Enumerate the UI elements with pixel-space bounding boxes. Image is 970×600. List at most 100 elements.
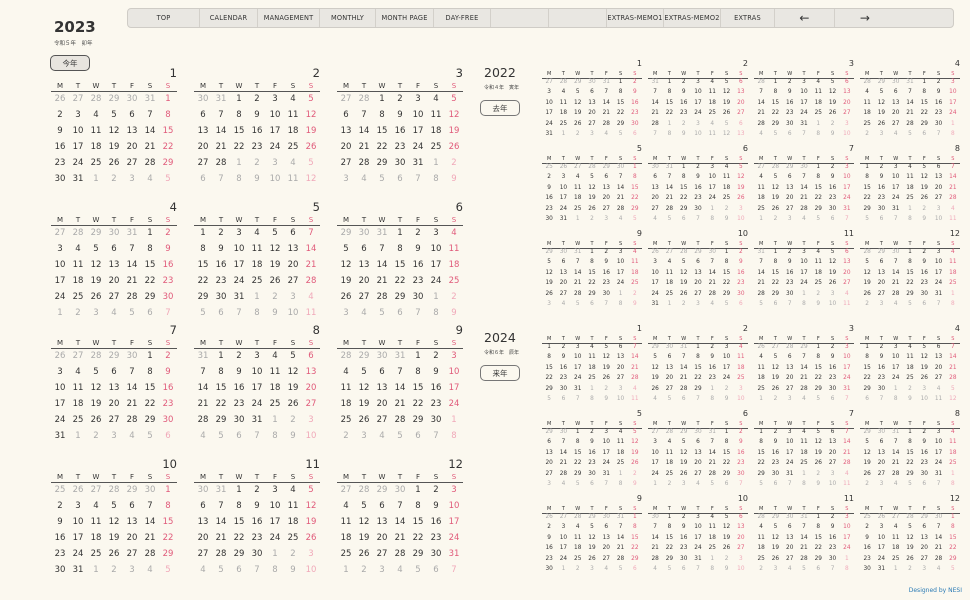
adjacent-month-day[interactable]: 9 (628, 481, 642, 487)
day-cell[interactable]: 10 (797, 89, 811, 95)
month-2023-4[interactable]: 4 M T W T F S S 27 28 29 30 31 1 2 3 4 5 6 7 8 9 10 11 12 13 14 15 1… (51, 200, 177, 320)
day-cell[interactable]: 18 (87, 533, 105, 543)
day-cell[interactable]: 3 (613, 249, 627, 255)
adjacent-month-day[interactable]: 29 (542, 429, 556, 435)
day-cell[interactable]: 5 (337, 244, 355, 254)
day-cell[interactable]: 31 (556, 216, 570, 222)
day-cell[interactable]: 3 (691, 79, 705, 85)
day-cell[interactable]: 24 (931, 280, 945, 286)
day-cell[interactable]: 20 (284, 260, 302, 270)
day-cell[interactable]: 12 (445, 110, 463, 120)
day-cell[interactable]: 22 (409, 533, 427, 543)
day-cell[interactable]: 19 (648, 375, 662, 381)
day-cell[interactable]: 6 (105, 367, 123, 377)
day-cell[interactable]: 30 (931, 121, 945, 127)
day-cell[interactable]: 26 (571, 121, 585, 127)
day-cell[interactable]: 4 (662, 259, 676, 265)
day-cell[interactable]: 13 (302, 367, 320, 377)
adjacent-month-day[interactable]: 27 (337, 94, 355, 104)
day-cell[interactable]: 10 (691, 524, 705, 530)
day-cell[interactable]: 21 (355, 142, 373, 152)
adjacent-month-day[interactable]: 29 (860, 429, 874, 435)
day-cell[interactable]: 2 (691, 164, 705, 170)
day-cell[interactable]: 1 (585, 249, 599, 255)
day-cell[interactable]: 10 (69, 517, 87, 527)
day-cell[interactable]: 8 (946, 524, 960, 530)
day-cell[interactable]: 30 (825, 386, 839, 392)
day-cell[interactable]: 19 (768, 375, 782, 381)
adjacent-month-day[interactable]: 2 (445, 292, 463, 302)
day-cell[interactable]: 23 (734, 460, 748, 466)
day-cell[interactable]: 21 (946, 185, 960, 191)
day-cell[interactable]: 31 (889, 206, 903, 212)
adjacent-month-day[interactable]: 28 (69, 228, 87, 238)
day-cell[interactable]: 19 (105, 142, 123, 152)
day-cell[interactable]: 27 (691, 471, 705, 477)
adjacent-month-day[interactable]: 8 (427, 308, 445, 318)
day-cell[interactable]: 19 (87, 276, 105, 286)
adjacent-month-day[interactable]: 2 (860, 131, 874, 137)
adjacent-month-day[interactable]: 7 (931, 301, 945, 307)
day-cell[interactable]: 6 (691, 439, 705, 445)
day-cell[interactable]: 23 (825, 375, 839, 381)
day-cell[interactable]: 20 (783, 195, 797, 201)
day-cell[interactable]: 31 (230, 292, 248, 302)
nav-blank-1[interactable] (491, 9, 549, 27)
month-2024-5[interactable]: 5 M T W T F S S 29 30 1 2 3 4 5 6 7 8 9 10 11 12 13 14 15 16 17 18 1… (542, 409, 642, 489)
day-cell[interactable]: 22 (230, 533, 248, 543)
day-cell[interactable]: 19 (105, 533, 123, 543)
day-cell[interactable]: 13 (931, 354, 945, 360)
day-cell[interactable]: 5 (648, 354, 662, 360)
day-cell[interactable]: 4 (662, 439, 676, 445)
day-cell[interactable]: 18 (860, 110, 874, 116)
adjacent-month-day[interactable]: 30 (783, 514, 797, 520)
day-cell[interactable]: 22 (903, 280, 917, 286)
day-cell[interactable]: 15 (860, 365, 874, 371)
day-cell[interactable]: 20 (825, 450, 839, 456)
day-cell[interactable]: 6 (734, 514, 748, 520)
day-cell[interactable]: 21 (123, 399, 141, 409)
day-cell[interactable]: 2 (599, 249, 613, 255)
day-cell[interactable]: 12 (860, 450, 874, 456)
day-cell[interactable]: 5 (903, 524, 917, 530)
adjacent-month-day[interactable]: 7 (409, 174, 427, 184)
adjacent-month-day[interactable]: 9 (628, 301, 642, 307)
day-cell[interactable]: 22 (662, 545, 676, 551)
day-cell[interactable]: 18 (69, 276, 87, 286)
day-cell[interactable]: 5 (87, 244, 105, 254)
day-cell[interactable]: 21 (556, 460, 570, 466)
adjacent-month-day[interactable]: 4 (628, 386, 642, 392)
adjacent-month-day[interactable]: 30 (613, 164, 627, 170)
adjacent-month-day[interactable]: 13 (734, 131, 748, 137)
day-cell[interactable]: 10 (648, 450, 662, 456)
day-cell[interactable]: 5 (768, 524, 782, 530)
adjacent-month-day[interactable]: 8 (889, 396, 903, 402)
adjacent-month-day[interactable]: 9 (719, 396, 733, 402)
adjacent-month-day[interactable]: 2 (69, 308, 87, 318)
day-cell[interactable]: 27 (874, 291, 888, 297)
adjacent-month-day[interactable]: 4 (648, 566, 662, 572)
adjacent-month-day[interactable]: 4 (141, 174, 159, 184)
day-cell[interactable]: 30 (409, 292, 427, 302)
adjacent-month-day[interactable]: 27 (768, 344, 782, 350)
day-cell[interactable]: 18 (903, 365, 917, 371)
adjacent-month-day[interactable]: 7 (889, 216, 903, 222)
day-cell[interactable]: 25 (337, 415, 355, 425)
day-cell[interactable]: 27 (648, 206, 662, 212)
day-cell[interactable]: 12 (302, 110, 320, 120)
adjacent-month-day[interactable]: 11 (705, 131, 719, 137)
adjacent-month-day[interactable]: 6 (194, 174, 212, 184)
adjacent-month-day[interactable]: 5 (811, 216, 825, 222)
day-cell[interactable]: 28 (571, 291, 585, 297)
day-cell[interactable]: 4 (628, 249, 642, 255)
day-cell[interactable]: 20 (373, 399, 391, 409)
day-cell[interactable]: 31 (542, 131, 556, 137)
day-cell[interactable]: 12 (874, 100, 888, 106)
day-cell[interactable]: 14 (903, 100, 917, 106)
day-cell[interactable]: 28 (931, 556, 945, 562)
day-cell[interactable]: 30 (542, 566, 556, 572)
day-cell[interactable]: 1 (628, 164, 642, 170)
day-cell[interactable]: 15 (571, 450, 585, 456)
adjacent-month-day[interactable]: 5 (946, 386, 960, 392)
day-cell[interactable]: 16 (917, 450, 931, 456)
